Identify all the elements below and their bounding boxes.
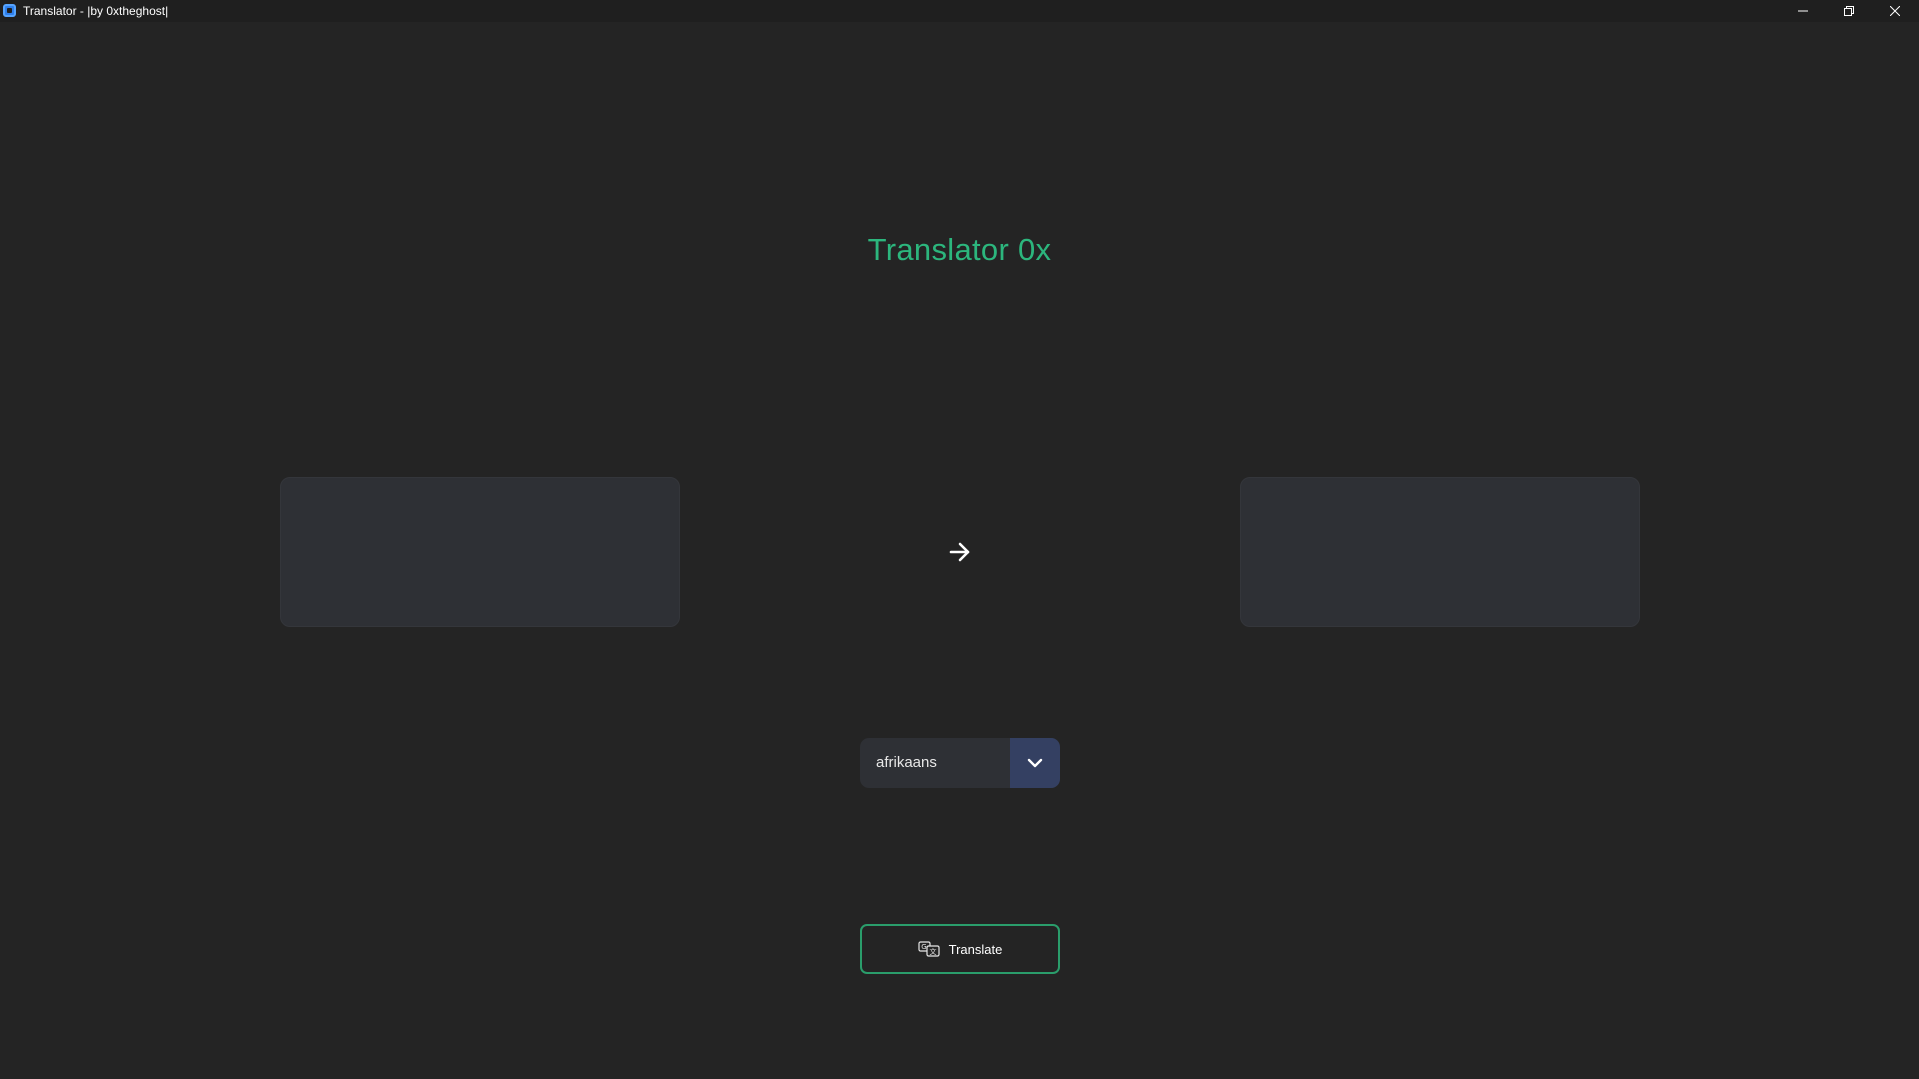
- minimize-button[interactable]: [1780, 0, 1826, 22]
- translate-icon: G 文: [918, 941, 940, 957]
- svg-text:G: G: [921, 943, 926, 951]
- source-text-input[interactable]: [280, 477, 680, 627]
- restore-icon: [1844, 6, 1854, 16]
- maximize-button[interactable]: [1826, 0, 1872, 22]
- chevron-down-icon: [1027, 758, 1043, 768]
- page-title: Translator 0x: [867, 232, 1052, 267]
- app-icon: [3, 4, 16, 17]
- translated-text-output[interactable]: [1240, 477, 1640, 627]
- close-button[interactable]: [1872, 0, 1918, 22]
- translate-button[interactable]: G 文 Translate: [860, 924, 1060, 974]
- title-bar: Translator - |by 0xtheghost|: [0, 0, 1919, 22]
- language-dropdown-value: afrikaans: [876, 754, 937, 771]
- close-icon: [1890, 6, 1900, 16]
- language-dropdown-toggle[interactable]: [1010, 738, 1060, 788]
- translate-button-label: Translate: [948, 941, 1003, 957]
- svg-text:文: 文: [929, 947, 936, 956]
- arrow-right-icon: [949, 542, 970, 562]
- app-window: Translator - |by 0xtheghost| Translator …: [0, 0, 1919, 1079]
- window-title: Translator - |by 0xtheghost|: [23, 4, 169, 18]
- minimize-icon: [1798, 10, 1808, 12]
- language-dropdown[interactable]: afrikaans: [860, 738, 1060, 788]
